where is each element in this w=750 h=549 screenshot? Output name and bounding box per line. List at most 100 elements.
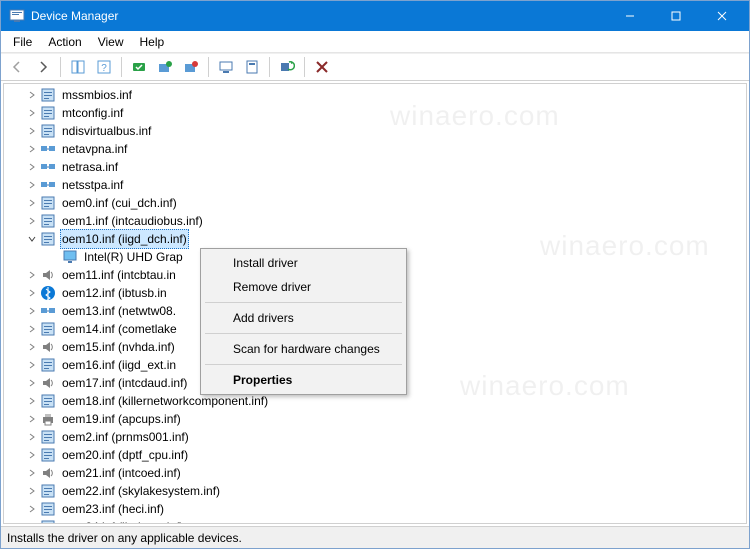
menu-file[interactable]: File [5,33,40,51]
inf-icon [40,519,56,523]
tree-node[interactable]: netrasa.inf [4,158,746,176]
help-button[interactable]: ? [92,56,116,78]
chevron-right-icon[interactable] [26,522,38,523]
chevron-right-icon[interactable] [26,198,38,208]
disable-device-button[interactable] [179,56,203,78]
chevron-right-icon[interactable] [26,162,38,172]
context-add-drivers[interactable]: Add drivers [203,306,404,330]
tree-node[interactable]: netavpna.inf [4,140,746,158]
chevron-down-icon[interactable] [26,234,38,244]
toolbar-divider [60,57,61,77]
chevron-right-icon[interactable] [26,342,38,352]
tree-node[interactable]: oem2.inf (prnms001.inf) [4,428,746,446]
tree-node-label: oem17.inf (intcdaud.inf) [60,374,189,392]
chevron-right-icon[interactable] [26,396,38,406]
chevron-right-icon[interactable] [26,126,38,136]
minimize-button[interactable] [607,1,653,31]
tree-node[interactable]: mssmbios.inf [4,86,746,104]
chevron-right-icon[interactable] [26,90,38,100]
tree-node[interactable]: oem10.inf (iigd_dch.inf) [4,230,746,248]
tree-node[interactable]: oem20.inf (dptf_cpu.inf) [4,446,746,464]
chevron-right-icon[interactable] [26,180,38,190]
chevron-right-icon[interactable] [26,288,38,298]
context-install-driver[interactable]: Install driver [203,251,404,275]
context-properties[interactable]: Properties [203,368,404,392]
devices-by-type-button[interactable] [214,56,238,78]
tree-node[interactable]: oem24.inf (iigd_ext.inf) [4,518,746,523]
tree-node-label: oem2.inf (prnms001.inf) [60,428,191,446]
enable-device-button[interactable] [153,56,177,78]
chevron-right-icon[interactable] [26,108,38,118]
tree-node-label: oem22.inf (skylakesystem.inf) [60,482,222,500]
tree-node[interactable]: oem23.inf (heci.inf) [4,500,746,518]
display-icon [62,249,78,265]
context-remove-driver[interactable]: Remove driver [203,275,404,299]
printer-icon [40,411,56,427]
tree-node[interactable]: mtconfig.inf [4,104,746,122]
audio-icon [40,339,56,355]
context-divider [205,333,402,334]
scan-hardware-button[interactable] [275,56,299,78]
inf-icon [40,393,56,409]
chevron-right-icon[interactable] [26,360,38,370]
audio-icon [40,267,56,283]
inf-icon [40,195,56,211]
update-driver-button[interactable] [127,56,151,78]
tree-node[interactable]: netsstpa.inf [4,176,746,194]
toolbar-divider [304,57,305,77]
chevron-right-icon[interactable] [26,468,38,478]
tree-node-label: oem15.inf (nvhda.inf) [60,338,177,356]
show-hide-tree-button[interactable] [66,56,90,78]
tree-node-label: oem11.inf (intcbtau.in [60,266,178,284]
tree-node-label: netsstpa.inf [60,176,125,194]
net-icon [40,159,56,175]
toolbar-divider [208,57,209,77]
tree-node-label: oem1.inf (intcaudiobus.inf) [60,212,205,230]
tree-node-label: Intel(R) UHD Grap [82,248,185,266]
tree-node-label: ndisvirtualbus.inf [60,122,153,140]
context-menu: Install driver Remove driver Add drivers… [200,248,407,395]
chevron-right-icon[interactable] [26,144,38,154]
chevron-right-icon[interactable] [26,216,38,226]
chevron-right-icon[interactable] [26,450,38,460]
inf-icon [40,429,56,445]
inf-icon [40,231,56,247]
titlebar[interactable]: Device Manager [1,1,749,31]
chevron-right-icon[interactable] [26,486,38,496]
chevron-right-icon[interactable] [26,324,38,334]
tree-node-label: oem19.inf (apcups.inf) [60,410,183,428]
toolbar-divider [269,57,270,77]
chevron-right-icon[interactable] [26,270,38,280]
tree-node[interactable]: oem22.inf (skylakesystem.inf) [4,482,746,500]
tree-node[interactable]: oem0.inf (cui_dch.inf) [4,194,746,212]
svg-text:?: ? [101,63,107,74]
window-buttons [607,1,745,31]
chevron-right-icon[interactable] [26,414,38,424]
chevron-right-icon[interactable] [26,504,38,514]
tree-node[interactable]: oem1.inf (intcaudiobus.inf) [4,212,746,230]
maximize-button[interactable] [653,1,699,31]
tree-node[interactable]: oem21.inf (intcoed.inf) [4,464,746,482]
menu-help[interactable]: Help [132,33,173,51]
device-manager-window: Device Manager File Action View Help ? m… [0,0,750,549]
tree-node-label: oem10.inf (iigd_dch.inf) [60,229,189,249]
close-button[interactable] [699,1,745,31]
chevron-right-icon[interactable] [26,378,38,388]
uninstall-device-button[interactable] [310,56,334,78]
tree-node-label: mtconfig.inf [60,104,125,122]
chevron-right-icon[interactable] [26,432,38,442]
status-text: Installs the driver on any applicable de… [7,531,242,545]
devices-by-connection-button[interactable] [240,56,264,78]
net-icon [40,141,56,157]
net-icon [40,177,56,193]
menu-view[interactable]: View [90,33,132,51]
chevron-right-icon[interactable] [26,306,38,316]
menu-action[interactable]: Action [40,33,89,51]
context-scan-hardware[interactable]: Scan for hardware changes [203,337,404,361]
back-button[interactable] [5,56,29,78]
tree-node[interactable]: oem19.inf (apcups.inf) [4,410,746,428]
menubar: File Action View Help [1,31,749,53]
tree-node[interactable]: ndisvirtualbus.inf [4,122,746,140]
forward-button[interactable] [31,56,55,78]
inf-icon [40,483,56,499]
